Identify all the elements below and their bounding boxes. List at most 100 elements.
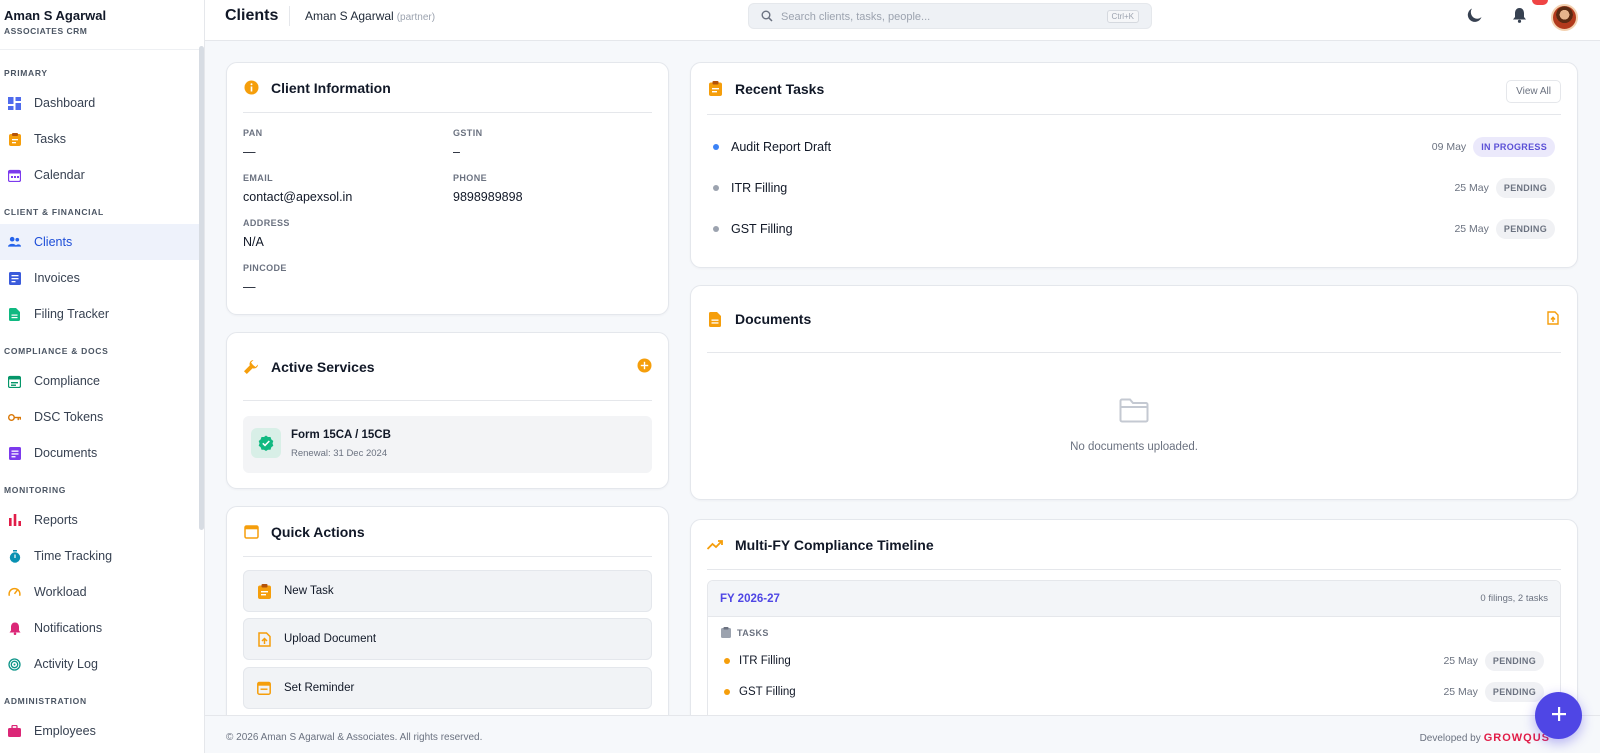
sidebar-item-label: Notifications [34, 621, 103, 635]
status-dot [713, 144, 719, 150]
notifications-button[interactable] [1510, 7, 1528, 25]
pan-label: PAN [243, 128, 263, 138]
fy-count: 0 filings, 2 tasks [1480, 593, 1548, 604]
task-row[interactable]: ITR Filling 25 May PENDING [713, 177, 1555, 199]
upload-document-button[interactable]: Upload Document [243, 618, 652, 660]
add-fab-button[interactable] [1535, 692, 1582, 739]
search-bar[interactable]: Ctrl+K [748, 3, 1152, 29]
sidebar-item-compliance[interactable]: Compliance [0, 363, 204, 399]
sidebar-item-calendar[interactable]: Calendar [0, 157, 204, 193]
document-icon [707, 311, 723, 327]
search-input[interactable] [781, 8, 1091, 25]
task-name: GST Filling [739, 686, 796, 698]
email-label: EMAIL [243, 173, 273, 183]
sidebar-item-workload[interactable]: Workload [0, 574, 204, 610]
service-renewal: Renewal: 31 Dec 2024 [291, 448, 388, 459]
divider [289, 6, 290, 26]
card-header: Client Information [243, 63, 652, 113]
sidebar-item-dsc-tokens[interactable]: DSC Tokens [0, 399, 204, 435]
status-badge: IN PROGRESS [1473, 137, 1555, 157]
card-title: Client Information [271, 79, 391, 96]
task-date: 25 May [1443, 686, 1478, 698]
task-name: GST Filling [731, 222, 793, 236]
clipboard-icon [256, 583, 272, 599]
theme-toggle-button[interactable] [1466, 7, 1484, 25]
sidebar-item-activity-log[interactable]: Activity Log [0, 646, 204, 682]
search-icon [761, 10, 773, 25]
sidebar-item-documents[interactable]: Documents [0, 435, 204, 471]
stopwatch-icon [8, 549, 21, 563]
phone-label: PHONE [453, 173, 488, 183]
bar-chart-icon [8, 514, 21, 527]
set-reminder-button[interactable]: Set Reminder [243, 667, 652, 709]
email-value: contact@apexsol.in [243, 190, 353, 204]
fingerprint-icon [8, 657, 21, 671]
sidebar-item-reports[interactable]: Reports [0, 502, 204, 538]
sidebar-item-tasks[interactable]: Tasks [0, 121, 204, 157]
avatar[interactable] [1551, 4, 1578, 31]
task-date: 25 May [1443, 655, 1478, 667]
developer-logo[interactable]: GROWQUS [1484, 732, 1550, 744]
address-label: ADDRESS [243, 218, 290, 228]
view-all-button[interactable]: View All [1506, 80, 1561, 103]
quick-actions-card: Quick Actions New Task Upload Document S… [226, 506, 669, 736]
clipboard-icon [8, 132, 21, 146]
sidebar-item-notifications[interactable]: Notifications [0, 610, 204, 646]
fy-header[interactable]: FY 2026-27 0 filings, 2 tasks [708, 581, 1560, 617]
tasks-label: TASKS [737, 627, 769, 638]
calendar-icon [256, 680, 272, 696]
clipboard-icon [721, 627, 731, 638]
status-badge: PENDING [1484, 682, 1544, 702]
card-title: Multi-FY Compliance Timeline [735, 536, 934, 553]
sidebar-item-employees[interactable]: Employees [0, 713, 204, 749]
sidebar-item-clients[interactable]: Clients [0, 224, 204, 260]
fy-label: FY 2026-27 [720, 592, 780, 605]
fy-task-row[interactable]: GST Filling 25 May PENDING [724, 681, 1544, 703]
trending-up-icon [707, 537, 723, 553]
documents-card: Documents No documents uploaded. [690, 285, 1578, 500]
sidebar-item-label: Clients [34, 235, 73, 249]
sidebar-item-time-tracking[interactable]: Time Tracking [0, 538, 204, 574]
upload-document-button[interactable] [1547, 310, 1559, 328]
folder-icon [691, 398, 1577, 423]
dashboard-icon [8, 96, 21, 110]
task-row[interactable]: Audit Report Draft 09 May IN PROGRESS [713, 136, 1555, 158]
current-user: Aman S Agarwal (partner) [305, 9, 435, 23]
copyright: © 2026 Aman S Agarwal & Associates. All … [226, 732, 483, 743]
user-role: (partner) [396, 12, 436, 23]
client-information-card: Client Information PAN — GSTIN – EMAIL c… [226, 62, 669, 315]
shortcut-hint: Ctrl+K [1106, 10, 1139, 23]
pan-value: — [243, 145, 256, 159]
briefcase-icon [8, 725, 21, 738]
sidebar-item-label: Reports [34, 513, 78, 527]
file-upload-icon [256, 631, 272, 647]
plus-icon [1551, 706, 1567, 725]
file-icon [8, 307, 21, 321]
user-name: Aman S Agarwal [305, 9, 394, 23]
tasks-section-label: TASKS [721, 627, 769, 638]
fy-task-row[interactable]: ITR Filling 25 May PENDING [724, 650, 1544, 672]
sidebar-item-label: Time Tracking [34, 549, 113, 563]
sidebar-item-filing-tracker[interactable]: Filing Tracker [0, 296, 204, 332]
section-primary: PRIMARY [4, 68, 48, 78]
developed-by-label: Developed by [1419, 733, 1481, 744]
status-dot [713, 226, 719, 232]
sidebar-item-label: Employees [34, 724, 96, 738]
status-dot [713, 185, 719, 191]
add-service-button[interactable] [637, 358, 652, 376]
clipboard-icon [707, 81, 723, 97]
calendar-icon [8, 169, 21, 182]
card-title: Quick Actions [271, 523, 365, 540]
section-compliance-docs: COMPLIANCE & DOCS [4, 346, 109, 356]
card-header: Multi-FY Compliance Timeline [707, 520, 1561, 570]
sidebar-item-invoices[interactable]: Invoices [0, 260, 204, 296]
gstin-label: GSTIN [453, 128, 483, 138]
service-item[interactable]: Form 15CA / 15CB Renewal: 31 Dec 2024 [243, 416, 652, 473]
task-date: 25 May [1454, 182, 1489, 194]
new-task-button[interactable]: New Task [243, 570, 652, 612]
task-row[interactable]: GST Filling 25 May PENDING [713, 218, 1555, 240]
brand-name: Aman S Agarwal [4, 8, 107, 23]
sidebar-scrollbar[interactable] [199, 46, 204, 530]
sidebar-item-dashboard[interactable]: Dashboard [0, 85, 204, 121]
sidebar-item-label: Calendar [34, 168, 85, 182]
